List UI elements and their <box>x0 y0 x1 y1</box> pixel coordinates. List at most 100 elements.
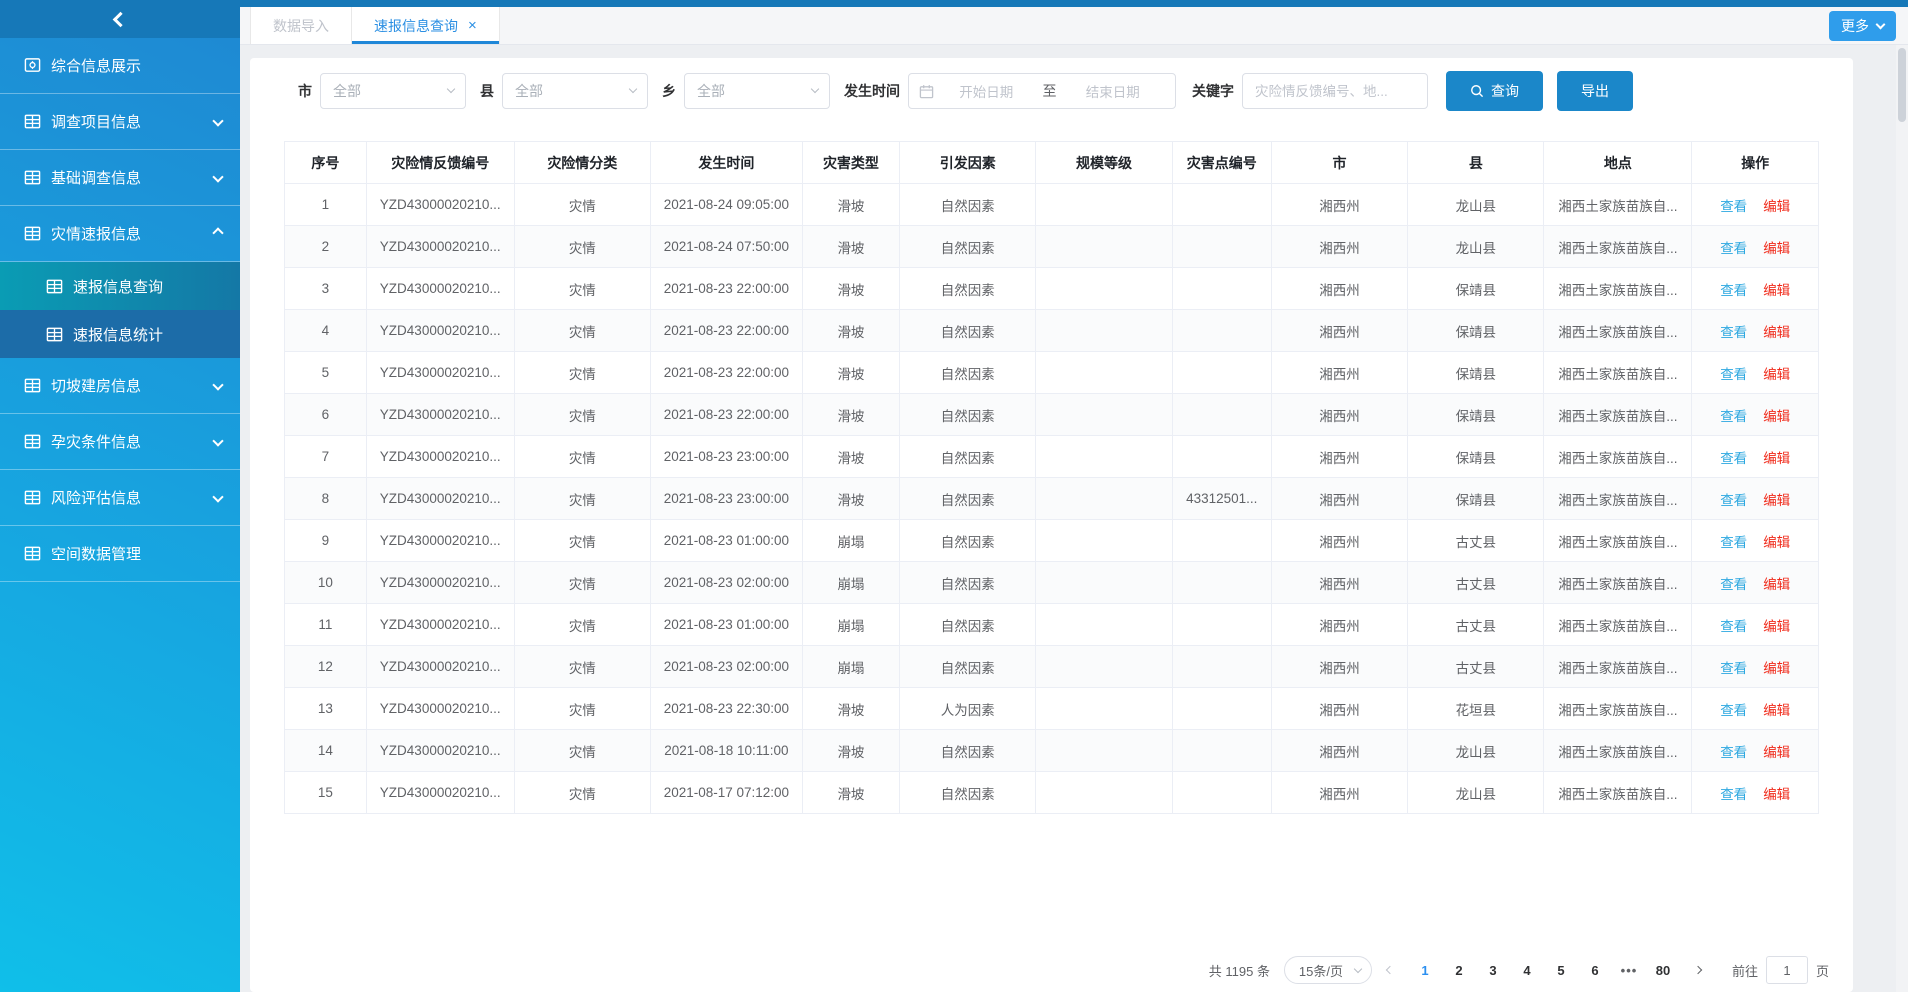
view-link[interactable]: 查看 <box>1720 451 1747 466</box>
goto-page-input[interactable] <box>1766 956 1808 984</box>
city-select[interactable]: 全部 <box>320 73 466 109</box>
top-bar <box>0 0 1908 7</box>
goto-page: 前往 页 <box>1732 956 1829 984</box>
view-link[interactable]: 查看 <box>1720 325 1747 340</box>
view-link[interactable]: 查看 <box>1720 241 1747 256</box>
sidebar-item-风险评估信息[interactable]: 风险评估信息 <box>0 470 240 526</box>
more-button[interactable]: 更多 <box>1829 11 1896 41</box>
cell-city: 湘西州 <box>1271 226 1407 268</box>
view-link[interactable]: 查看 <box>1720 535 1747 550</box>
cell-county: 古丈县 <box>1408 520 1544 562</box>
page-number-6[interactable]: 6 <box>1581 956 1609 984</box>
tab-report-query[interactable]: 速报信息查询 × <box>352 7 500 44</box>
chevron-down-icon <box>212 379 223 390</box>
page-number-5[interactable]: 5 <box>1547 956 1575 984</box>
chevron-left-icon <box>1386 966 1394 974</box>
chevron-down-icon <box>447 85 455 93</box>
export-button[interactable]: 导出 <box>1557 71 1633 111</box>
edit-link[interactable]: 编辑 <box>1763 241 1790 256</box>
cell-scale <box>1036 604 1172 646</box>
page-number-2[interactable]: 2 <box>1445 956 1473 984</box>
view-link[interactable]: 查看 <box>1720 577 1747 592</box>
view-link[interactable]: 查看 <box>1720 199 1747 214</box>
page-ellipsis[interactable]: ••• <box>1615 956 1643 984</box>
cell-factor: 自然因素 <box>900 352 1036 394</box>
chevron-down-icon <box>1876 20 1886 30</box>
sidebar-item-速报信息统计[interactable]: 速报信息统计 <box>0 310 240 358</box>
sidebar-collapse-button[interactable] <box>0 0 240 38</box>
vertical-scrollbar[interactable] <box>1896 45 1908 992</box>
cell-type: 滑坡 <box>802 688 899 730</box>
edit-link[interactable]: 编辑 <box>1763 283 1790 298</box>
cell-category: 灾情 <box>514 226 650 268</box>
chevron-down-icon <box>629 85 637 93</box>
keyword-input[interactable] <box>1242 73 1428 109</box>
cell-category: 灾情 <box>514 310 650 352</box>
page-number-80[interactable]: 80 <box>1649 956 1677 984</box>
edit-link[interactable]: 编辑 <box>1763 451 1790 466</box>
cell-city: 湘西州 <box>1271 184 1407 226</box>
cell-location: 湘西土家族苗族自... <box>1544 184 1692 226</box>
sidebar-item-综合信息展示[interactable]: 综合信息展示 <box>0 38 240 94</box>
edit-link[interactable]: 编辑 <box>1763 493 1790 508</box>
sidebar-item-调查项目信息[interactable]: 调查项目信息 <box>0 94 240 150</box>
edit-link[interactable]: 编辑 <box>1763 619 1790 634</box>
view-link[interactable]: 查看 <box>1720 661 1747 676</box>
edit-link[interactable]: 编辑 <box>1763 745 1790 760</box>
view-link[interactable]: 查看 <box>1720 493 1747 508</box>
prev-page-button[interactable] <box>1376 956 1404 984</box>
town-select[interactable]: 全部 <box>684 73 830 109</box>
date-range-input[interactable]: 开始日期 至 结束日期 <box>908 73 1176 109</box>
view-link[interactable]: 查看 <box>1720 409 1747 424</box>
next-page-button[interactable] <box>1684 956 1712 984</box>
edit-link[interactable]: 编辑 <box>1763 577 1790 592</box>
view-link[interactable]: 查看 <box>1720 283 1747 298</box>
sidebar-item-基础调查信息[interactable]: 基础调查信息 <box>0 150 240 206</box>
cell-id: YZD43000020210... <box>366 730 514 772</box>
edit-link[interactable]: 编辑 <box>1763 199 1790 214</box>
edit-link[interactable]: 编辑 <box>1763 409 1790 424</box>
sidebar-item-切坡建房信息[interactable]: 切坡建房信息 <box>0 358 240 414</box>
cell-id: YZD43000020210... <box>366 436 514 478</box>
sidebar-item-灾情速报信息[interactable]: 灾情速报信息 <box>0 206 240 262</box>
edit-link[interactable]: 编辑 <box>1763 325 1790 340</box>
page-number-1[interactable]: 1 <box>1411 956 1439 984</box>
view-link[interactable]: 查看 <box>1720 745 1747 760</box>
page-size-select[interactable]: 15条/页 <box>1284 956 1372 984</box>
sidebar-item-速报信息查询[interactable]: 速报信息查询 <box>0 262 240 310</box>
page-number-3[interactable]: 3 <box>1479 956 1507 984</box>
view-link[interactable]: 查看 <box>1720 619 1747 634</box>
edit-link[interactable]: 编辑 <box>1763 787 1790 802</box>
sidebar-menu: 综合信息展示调查项目信息基础调查信息灾情速报信息速报信息查询速报信息统计切坡建房… <box>0 38 240 582</box>
edit-link[interactable]: 编辑 <box>1763 367 1790 382</box>
edit-link[interactable]: 编辑 <box>1763 535 1790 550</box>
calendar-icon <box>919 84 934 99</box>
county-label: 县 <box>480 81 494 101</box>
cell-type: 滑坡 <box>802 436 899 478</box>
tab-close-icon[interactable]: × <box>468 18 477 33</box>
cell-point_id <box>1172 604 1271 646</box>
view-link[interactable]: 查看 <box>1720 703 1747 718</box>
cell-point_id: 43312501... <box>1172 478 1271 520</box>
table-icon <box>46 326 63 343</box>
view-link[interactable]: 查看 <box>1720 787 1747 802</box>
cell-county: 保靖县 <box>1408 268 1544 310</box>
sidebar-item-空间数据管理[interactable]: 空间数据管理 <box>0 526 240 582</box>
cell-type: 滑坡 <box>802 268 899 310</box>
sidebar-item-孕灾条件信息[interactable]: 孕灾条件信息 <box>0 414 240 470</box>
cell-location: 湘西土家族苗族自... <box>1544 394 1692 436</box>
content-panel: 市 全部 县 全部 乡 全部 发生时间 <box>250 58 1853 992</box>
cell-id: YZD43000020210... <box>366 604 514 646</box>
tab-data-import[interactable]: 数据导入 <box>250 7 352 44</box>
page-number-4[interactable]: 4 <box>1513 956 1541 984</box>
view-link[interactable]: 查看 <box>1720 367 1747 382</box>
cell-factor: 自然因素 <box>900 604 1036 646</box>
scrollbar-thumb[interactable] <box>1898 48 1906 122</box>
sidebar: 综合信息展示调查项目信息基础调查信息灾情速报信息速报信息查询速报信息统计切坡建房… <box>0 0 240 992</box>
search-button[interactable]: 查询 <box>1446 71 1543 111</box>
column-header: 灾害类型 <box>802 142 899 184</box>
edit-link[interactable]: 编辑 <box>1763 703 1790 718</box>
edit-link[interactable]: 编辑 <box>1763 661 1790 676</box>
county-select[interactable]: 全部 <box>502 73 648 109</box>
page-numbers: 123456•••80 <box>1408 956 1680 984</box>
